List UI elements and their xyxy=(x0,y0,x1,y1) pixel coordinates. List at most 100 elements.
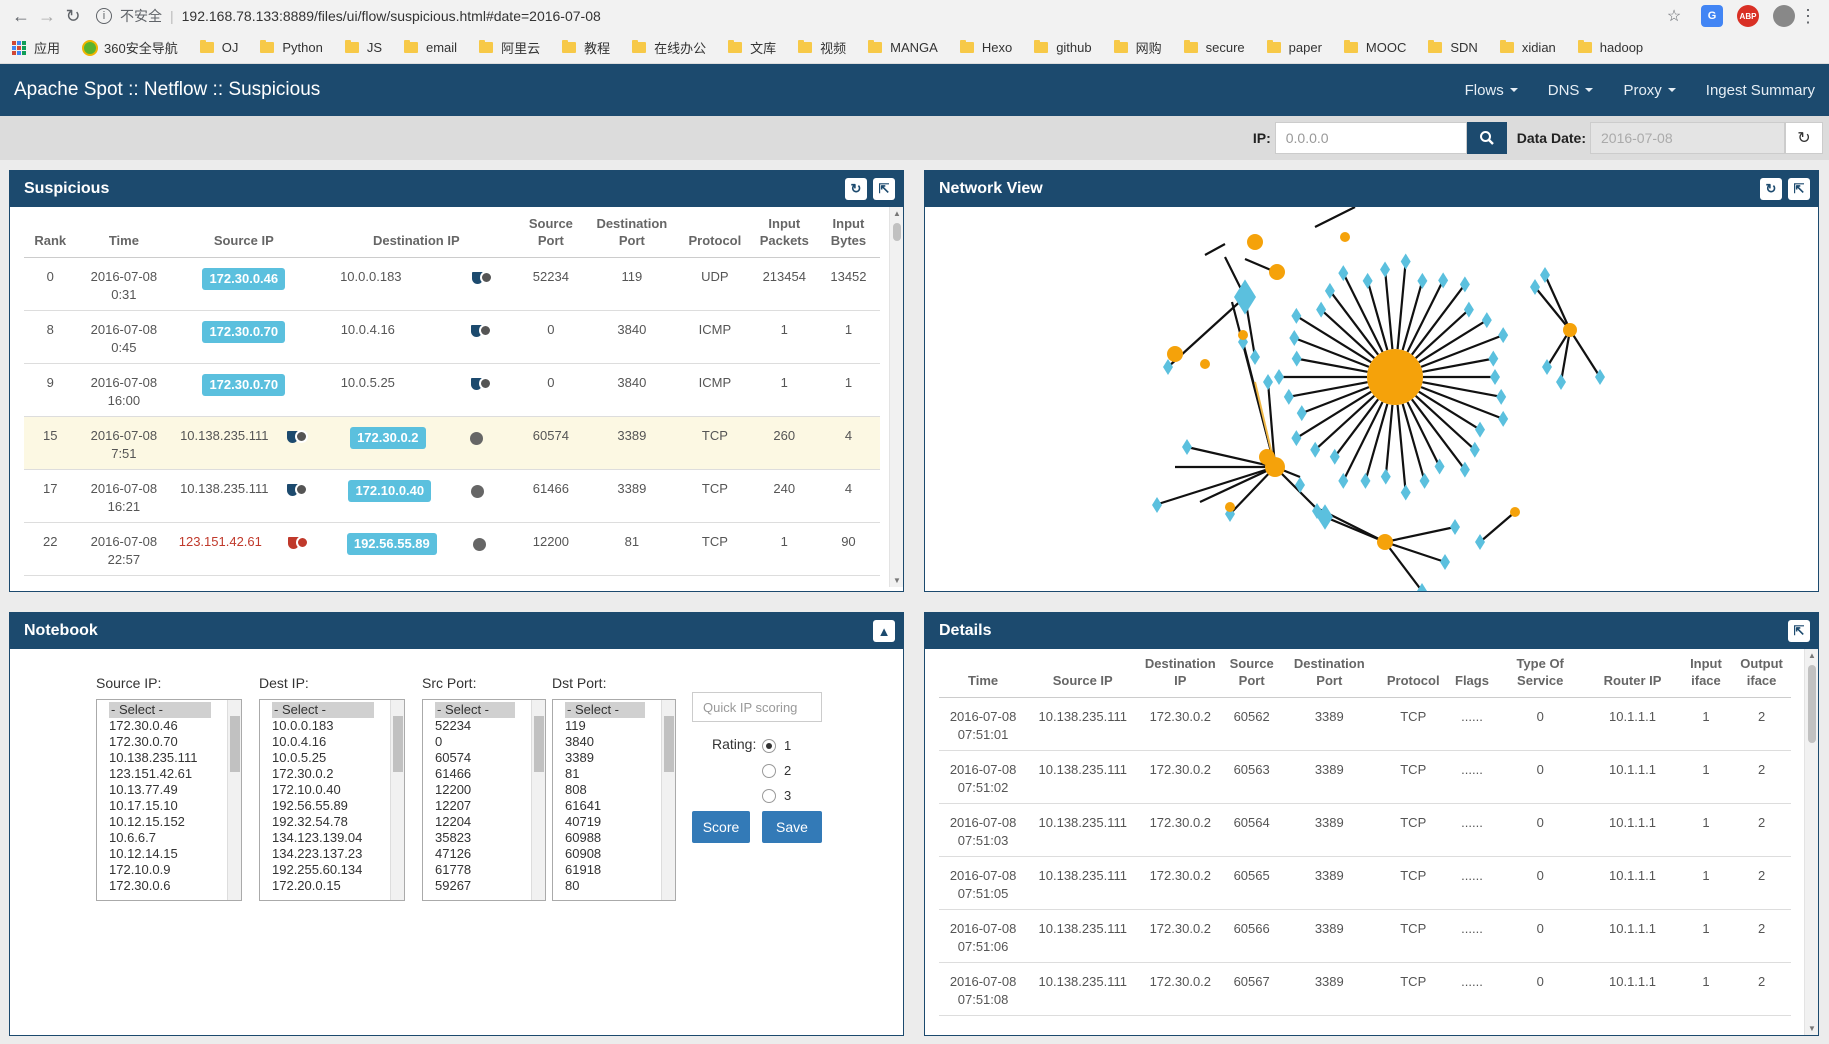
bookmark-folder[interactable]: github xyxy=(1034,40,1092,55)
col-header[interactable]: Source Port xyxy=(516,211,586,258)
col-header[interactable]: Destination IP xyxy=(1138,653,1223,698)
back-icon[interactable]: ← xyxy=(8,3,34,29)
col-header[interactable]: Destination IP xyxy=(316,211,517,258)
bookmark-folder[interactable]: 网购 xyxy=(1113,38,1162,57)
col-header[interactable]: Input Packets xyxy=(751,211,817,258)
table-row[interactable]: 2016-07-08 07:51:02 10.138.235.111 172.30.0… xyxy=(939,750,1791,804)
port-node[interactable] xyxy=(1291,430,1302,447)
list-option[interactable]: 3840 xyxy=(553,734,675,750)
bookmark-folder[interactable]: 教程 xyxy=(562,38,610,57)
ip-node[interactable] xyxy=(1167,346,1183,362)
col-header[interactable]: Input iface xyxy=(1679,653,1733,698)
port-node[interactable] xyxy=(1400,484,1411,501)
port-node[interactable] xyxy=(1450,519,1460,535)
list-option[interactable]: 61466 xyxy=(423,766,545,782)
reload-panel-button[interactable]: ↻ xyxy=(1760,178,1782,200)
bookmark-folder[interactable]: OJ xyxy=(199,40,238,55)
bookmark-folder[interactable]: MANGA xyxy=(868,40,938,55)
port-node[interactable] xyxy=(1417,272,1428,289)
port-node[interactable] xyxy=(1400,253,1411,270)
port-node[interactable] xyxy=(1316,301,1327,318)
port-node[interactable] xyxy=(1498,327,1509,344)
forward-icon[interactable]: → xyxy=(34,3,60,29)
dest-ip[interactable]: 10.0.5.25 xyxy=(341,375,395,390)
ip-node[interactable] xyxy=(1510,507,1520,517)
bookmark-folder[interactable]: hadoop xyxy=(1577,40,1643,55)
list-option[interactable]: 12200 xyxy=(423,782,545,798)
bookmark-folder[interactable]: Hexo xyxy=(959,40,1012,55)
col-header[interactable]: Destination Port xyxy=(585,211,679,258)
port-node[interactable] xyxy=(1380,261,1391,278)
adblock-extension-icon[interactable]: ABP xyxy=(1737,5,1759,27)
ip-node[interactable] xyxy=(1247,234,1263,250)
port-node[interactable] xyxy=(1295,477,1305,493)
rating-radio-1[interactable] xyxy=(762,739,776,753)
list-option[interactable]: 172.20.0.15 xyxy=(260,878,404,894)
list-option[interactable]: 12207 xyxy=(423,798,545,814)
bookmark-folder[interactable]: MOOC xyxy=(1343,40,1406,55)
table-row[interactable]: 0 2016-07-08 0:31 172.30.0.46 10.0.0.183 … xyxy=(24,257,880,311)
list-option[interactable]: 172.30.0.6 xyxy=(97,878,241,894)
bookmark-folder[interactable]: Python xyxy=(260,40,323,55)
list-option[interactable]: 61918 xyxy=(553,862,675,878)
ip-input[interactable]: 0.0.0.0 xyxy=(1274,122,1467,154)
port-node[interactable] xyxy=(1481,312,1492,329)
table-row[interactable]: 2016-07-08 07:51:03 10.138.235.111 172.30.0… xyxy=(939,803,1791,857)
col-header[interactable]: Protocol xyxy=(1377,653,1449,698)
list-option[interactable]: 10.0.5.25 xyxy=(260,750,404,766)
list-option[interactable]: 10.12.15.152 xyxy=(97,814,241,830)
list-option[interactable]: 40719 xyxy=(553,814,675,830)
bookmark-star-icon[interactable]: ☆ xyxy=(1661,3,1687,29)
dest-ip[interactable]: 10.0.4.16 xyxy=(341,322,395,337)
port-node[interactable] xyxy=(1490,369,1500,385)
list-option[interactable]: 61641 xyxy=(553,798,675,814)
list-option[interactable]: 60988 xyxy=(553,830,675,846)
rating-radio-2[interactable] xyxy=(762,764,776,778)
source-ip[interactable]: 10.138.235.111 xyxy=(180,481,268,496)
bookmark-apps[interactable]: 应用 xyxy=(12,38,60,57)
port-node[interactable] xyxy=(1469,441,1480,458)
dest-ip-select[interactable]: - Select -10.0.0.183 10.0.4.16 10.0.5.25 17… xyxy=(259,699,405,901)
ip-node[interactable] xyxy=(1225,502,1235,512)
list-option[interactable]: 52234 xyxy=(423,718,545,734)
port-node[interactable] xyxy=(1152,497,1162,513)
list-option[interactable]: 10.13.77.49 xyxy=(97,782,241,798)
ip-node[interactable] xyxy=(1259,449,1275,465)
port-node[interactable] xyxy=(1556,374,1566,390)
port-node[interactable] xyxy=(1289,329,1300,346)
listbox-scrollbar[interactable] xyxy=(390,700,404,900)
list-option[interactable]: 123.151.42.61 xyxy=(97,766,241,782)
port-node[interactable] xyxy=(1250,349,1260,365)
table-row[interactable]: 9 2016-07-08 16:00 172.30.0.70 10.0.5.25 … xyxy=(24,363,880,417)
bookmark-folder[interactable]: JS xyxy=(344,40,382,55)
list-option[interactable]: 10.138.235.111 xyxy=(97,750,241,766)
port-node[interactable] xyxy=(1498,410,1509,427)
list-option[interactable]: 192.255.60.134 xyxy=(260,862,404,878)
expand-panel-button[interactable]: ⇱ xyxy=(1788,178,1810,200)
menu-flows[interactable]: Flows xyxy=(1465,82,1518,99)
table-row[interactable]: 15 2016-07-08 7:51 10.138.235.111 172.30.… xyxy=(24,416,880,470)
port-node[interactable] xyxy=(1291,350,1302,367)
port-node[interactable] xyxy=(1360,472,1371,489)
ip-node[interactable] xyxy=(1563,323,1577,337)
source-ip-badge[interactable]: 172.30.0.46 xyxy=(202,268,286,290)
scroll-down-icon[interactable]: ▼ xyxy=(893,576,901,585)
table-row[interactable]: 22 2016-07-08 22:57 123.151.42.61 192.56.… xyxy=(24,522,880,576)
browser-menu-icon[interactable]: ⋮ xyxy=(1795,3,1821,29)
ip-node[interactable] xyxy=(1269,264,1285,280)
list-option[interactable]: 172.10.0.40 xyxy=(260,782,404,798)
list-option[interactable]: 60908 xyxy=(553,846,675,862)
port-node[interactable] xyxy=(1380,468,1391,485)
col-header[interactable]: Destination Port xyxy=(1281,653,1378,698)
bookmark-folder[interactable]: secure xyxy=(1183,40,1245,55)
col-header[interactable]: Output iface xyxy=(1732,653,1791,698)
address-bar[interactable]: i 不安全 | 192.168.78.133:8889/files/ui/flo… xyxy=(92,4,1661,28)
list-option[interactable]: 134.223.137.23 xyxy=(260,846,404,862)
list-option[interactable]: 10.0.4.16 xyxy=(260,734,404,750)
list-option[interactable]: 3389 xyxy=(553,750,675,766)
list-option[interactable]: 134.123.139.04 xyxy=(260,830,404,846)
source-ip[interactable]: 10.138.235.111 xyxy=(180,428,268,443)
table-row[interactable]: 17 2016-07-08 16:21 10.138.235.111 172.10… xyxy=(24,469,880,523)
dest-ip-badge[interactable]: 172.10.0.40 xyxy=(348,480,432,502)
port-node[interactable] xyxy=(1163,359,1173,375)
